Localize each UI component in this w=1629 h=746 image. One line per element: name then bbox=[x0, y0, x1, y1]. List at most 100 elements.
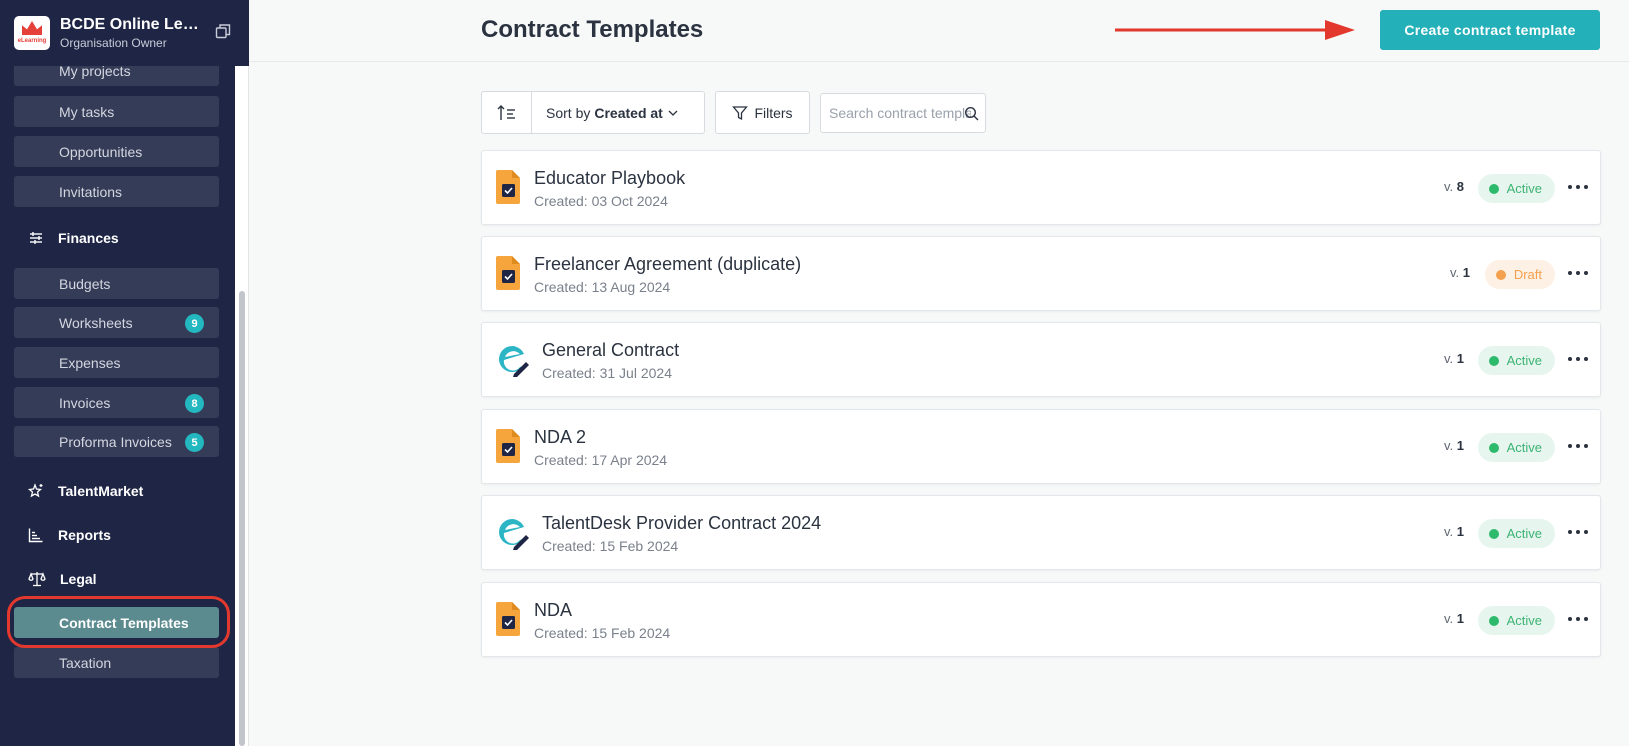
sidebar-item-label: My tasks bbox=[59, 103, 115, 120]
document-check-icon-wrapper bbox=[496, 602, 520, 641]
sidebar-item-proforma-invoices[interactable]: Proforma Invoices 5 bbox=[14, 426, 219, 457]
status-badge: Active bbox=[1477, 174, 1555, 203]
more-actions-icon[interactable] bbox=[1568, 611, 1588, 627]
sidebar-item-label: Proforma Invoices bbox=[59, 433, 172, 450]
template-version: v. 1 bbox=[1430, 265, 1470, 280]
version-number: 1 bbox=[1456, 524, 1464, 539]
annotation-arrow bbox=[1115, 20, 1355, 40]
version-number: 8 bbox=[1456, 179, 1464, 194]
more-actions-icon[interactable] bbox=[1568, 351, 1588, 367]
more-actions-icon[interactable] bbox=[1568, 438, 1588, 454]
document-check-icon-wrapper bbox=[496, 429, 520, 468]
template-title[interactable]: NDA bbox=[534, 600, 572, 621]
sort-control: Sort by Created at bbox=[481, 91, 705, 134]
org-header[interactable]: eLearning BCDE Online Lear... Organisati… bbox=[0, 0, 249, 66]
esign-icon bbox=[499, 519, 529, 550]
star-sparkle-icon bbox=[28, 483, 43, 498]
sort-prefix: Sort by bbox=[546, 104, 591, 121]
status-dot bbox=[1488, 183, 1499, 194]
create-contract-template-button[interactable]: Create contract template bbox=[1380, 10, 1600, 50]
template-title[interactable]: Educator Playbook bbox=[534, 168, 685, 189]
org-role: Organisation Owner bbox=[60, 36, 167, 50]
sidebar: My projects My tasks Opportunities Invit… bbox=[0, 0, 235, 746]
template-card[interactable]: NDA 2 Created: 17 Apr 2024 v. 1 Active bbox=[481, 409, 1601, 484]
status-label: Active bbox=[1506, 440, 1542, 455]
esign-icon-wrapper bbox=[496, 343, 530, 382]
status-badge: Draft bbox=[1484, 260, 1555, 289]
document-check-icon bbox=[496, 170, 520, 204]
template-created-date: Created: 31 Jul 2024 bbox=[542, 365, 672, 381]
template-card[interactable]: Educator Playbook Created: 03 Oct 2024 v. … bbox=[481, 150, 1601, 225]
sidebar-item-label: Expenses bbox=[59, 354, 121, 371]
version-number: 1 bbox=[1456, 611, 1464, 626]
section-label: Legal bbox=[60, 571, 97, 587]
template-title[interactable]: Freelancer Agreement (duplicate) bbox=[534, 254, 801, 275]
sidebar-item-expenses[interactable]: Expenses bbox=[14, 347, 219, 378]
template-version: v. 8 bbox=[1424, 179, 1464, 194]
document-check-icon-wrapper bbox=[496, 170, 520, 209]
more-actions-icon[interactable] bbox=[1568, 265, 1588, 281]
document-check-icon-wrapper bbox=[496, 256, 520, 295]
sidebar-item-taxation[interactable]: Taxation bbox=[14, 647, 219, 678]
status-label: Active bbox=[1506, 613, 1542, 628]
document-check-icon bbox=[496, 256, 520, 290]
status-badge: Active bbox=[1477, 519, 1555, 548]
template-created-date: Created: 03 Oct 2024 bbox=[534, 193, 668, 209]
scrollbar-thumb[interactable] bbox=[239, 291, 245, 746]
version-number: 1 bbox=[1456, 438, 1464, 453]
sidebar-section-reports[interactable]: Reports bbox=[28, 527, 111, 543]
template-title[interactable]: TalentDesk Provider Contract 2024 bbox=[542, 513, 821, 534]
template-card[interactable]: General Contract Created: 31 Jul 2024 v. 1… bbox=[481, 322, 1601, 397]
version-prefix: v. bbox=[1443, 438, 1454, 453]
chevron-down-icon bbox=[668, 110, 678, 116]
sidebar-section-legal[interactable]: Legal bbox=[28, 571, 97, 587]
filters-button[interactable]: Filters bbox=[715, 91, 810, 134]
sidebar-section-finances[interactable]: Finances bbox=[28, 230, 119, 246]
crown-icon bbox=[22, 21, 42, 35]
version-prefix: v. bbox=[1449, 265, 1460, 280]
sidebar-item-opportunities[interactable]: Opportunities bbox=[14, 136, 219, 167]
search-input[interactable] bbox=[821, 94, 971, 132]
sidebar-item-worksheets[interactable]: Worksheets 9 bbox=[14, 307, 219, 338]
version-number: 1 bbox=[1456, 351, 1464, 366]
status-badge: Active bbox=[1477, 433, 1555, 462]
more-actions-icon[interactable] bbox=[1568, 179, 1588, 195]
section-label: Reports bbox=[58, 527, 111, 543]
search-field[interactable] bbox=[820, 93, 986, 133]
sliders-icon bbox=[30, 232, 42, 244]
sidebar-scrollbar[interactable] bbox=[235, 66, 249, 746]
template-version: v. 1 bbox=[1424, 438, 1464, 453]
sort-direction-button[interactable] bbox=[482, 92, 532, 133]
sidebar-item-label: Worksheets bbox=[59, 314, 133, 331]
template-version: v. 1 bbox=[1424, 351, 1464, 366]
template-card[interactable]: Freelancer Agreement (duplicate) Created:… bbox=[481, 236, 1601, 311]
template-title[interactable]: General Contract bbox=[542, 340, 679, 361]
esign-icon bbox=[499, 346, 529, 377]
template-title[interactable]: NDA 2 bbox=[534, 427, 586, 448]
section-label: Finances bbox=[58, 230, 119, 246]
filter-funnel-icon bbox=[732, 105, 749, 120]
template-card[interactable]: NDA Created: 15 Feb 2024 v. 1 Active bbox=[481, 582, 1601, 657]
sort-by-dropdown[interactable]: Sort by Created at bbox=[532, 92, 704, 133]
document-check-icon bbox=[496, 602, 520, 636]
logo-text: eLearning bbox=[17, 38, 47, 44]
version-prefix: v. bbox=[1443, 611, 1454, 626]
version-prefix: v. bbox=[1443, 179, 1454, 194]
sidebar-section-talentmarket[interactable]: TalentMarket bbox=[28, 483, 143, 499]
count-badge: 9 bbox=[185, 314, 204, 333]
sidebar-item-budgets[interactable]: Budgets bbox=[14, 268, 219, 299]
status-dot bbox=[1495, 269, 1506, 280]
template-card[interactable]: TalentDesk Provider Contract 2024 Created… bbox=[481, 495, 1601, 570]
more-actions-icon[interactable] bbox=[1568, 524, 1588, 540]
scales-icon bbox=[28, 572, 46, 587]
org-logo: eLearning bbox=[14, 16, 50, 50]
sidebar-item-my-tasks[interactable]: My tasks bbox=[14, 96, 219, 127]
switch-org-icon[interactable] bbox=[215, 23, 231, 39]
sort-ascending-icon bbox=[497, 104, 515, 120]
search-icon[interactable] bbox=[964, 106, 979, 121]
status-label: Active bbox=[1506, 526, 1542, 541]
status-dot bbox=[1488, 615, 1499, 626]
org-name: BCDE Online Lear... bbox=[60, 16, 205, 33]
sidebar-item-invoices[interactable]: Invoices 8 bbox=[14, 387, 219, 418]
sidebar-item-invitations[interactable]: Invitations bbox=[14, 176, 219, 207]
